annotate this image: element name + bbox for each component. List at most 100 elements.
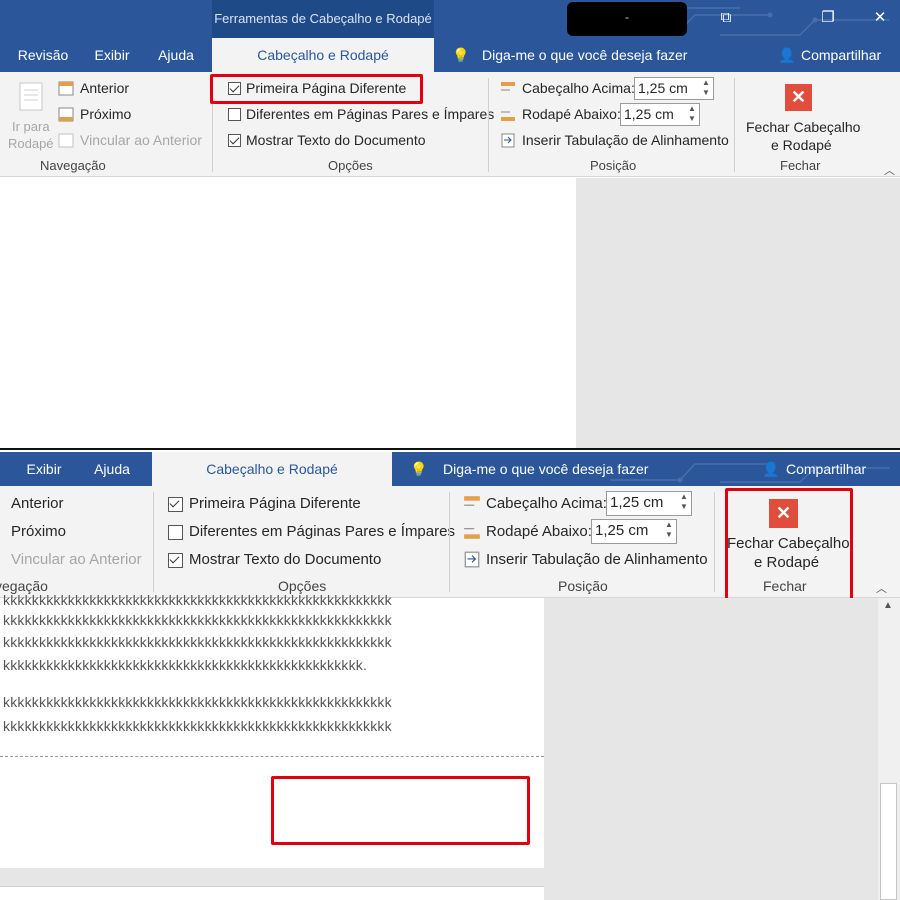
restore-icon[interactable]: ❐	[818, 8, 838, 28]
odd-even-checkbox[interactable]	[228, 108, 241, 121]
lightbulb-icon: 💡	[410, 461, 428, 477]
highlight-close-button	[725, 488, 853, 604]
footer-bottom-spinner[interactable]: 1,25 cm ▲ ▼	[591, 519, 677, 544]
group-label-position: Posição	[590, 158, 637, 173]
collapse-ribbon-icon[interactable]: ︿	[876, 580, 887, 596]
collapse-ribbon-icon[interactable]: ︿	[884, 162, 895, 178]
tab-bar: Exibir Ajuda Cabeçalho e Rodapé 💡 Diga-m…	[0, 452, 900, 486]
previous-button[interactable]: Anterior	[11, 495, 64, 512]
tab-bar: Revisão Exibir Ajuda Cabeçalho e Rodapé …	[0, 38, 900, 72]
header-top-icon	[464, 496, 480, 506]
header-top-value: 1,25 cm	[610, 494, 664, 511]
footer-area-highlight[interactable]	[271, 776, 530, 845]
footer-bottom-icon	[464, 528, 480, 539]
close-header-footer-icon[interactable]: ✕	[785, 84, 812, 111]
first-page-label: Primeira Página Diferente	[189, 495, 361, 512]
person-add-icon: 👤	[762, 461, 780, 477]
highlight-first-page	[210, 74, 423, 104]
next-button[interactable]: Próximo	[80, 106, 131, 122]
group-label-close: Fechar	[780, 158, 821, 173]
goto-footer-label: Rodapé	[8, 136, 54, 151]
insert-tab-icon	[501, 133, 515, 148]
footer-bottom-label: Rodapé Abaixo:	[486, 523, 592, 540]
header-top-spinner[interactable]: 1,25 cm ▲ ▼	[634, 77, 714, 100]
tab-exibir[interactable]: Exibir	[82, 38, 142, 72]
insert-tab-button[interactable]: Inserir Tabulação de Alinhamento	[486, 551, 708, 568]
close-header-footer-label: e Rodapé	[771, 137, 832, 153]
next-page-edge	[0, 886, 544, 900]
tab-revisao[interactable]: Revisão	[8, 38, 78, 72]
tell-me-search[interactable]: Diga-me o que você deseja fazer	[443, 452, 648, 486]
close-header-footer-button[interactable]: Fechar Cabeçalho	[746, 119, 860, 135]
goto-footer-icon	[19, 82, 43, 111]
show-text-label: Mostrar Texto do Documento	[246, 132, 426, 148]
close-window-icon[interactable]: ✕	[870, 8, 890, 28]
document-text-line: kkkkkkkkkkkkkkkkkkkkkkkkkkkkkkkkkkkkkkkk…	[3, 612, 392, 628]
tab-ajuda[interactable]: Ajuda	[146, 38, 206, 72]
share-button[interactable]: Compartilhar	[786, 452, 866, 486]
scrollbar-thumb[interactable]	[880, 783, 897, 900]
previous-icon	[58, 81, 74, 96]
tab-cabecalho-rodape[interactable]: Cabeçalho e Rodapé	[212, 38, 434, 72]
account-name[interactable]: -	[567, 2, 687, 36]
insert-tab-button[interactable]: Inserir Tabulação de Alinhamento	[522, 132, 729, 148]
vertical-scrollbar[interactable]: ▲	[878, 598, 900, 900]
context-tab-title: Ferramentas de Cabeçalho e Rodapé	[212, 0, 434, 40]
goto-footer-button[interactable]: Ir para	[12, 119, 50, 134]
spinner-arrows-icon[interactable]: ▲ ▼	[699, 78, 713, 99]
header-top-spinner[interactable]: 1,25 cm ▲ ▼	[606, 491, 692, 516]
scroll-up-icon[interactable]: ▲	[883, 600, 893, 611]
footer-boundary-line	[0, 756, 544, 757]
show-text-checkbox[interactable]	[168, 553, 183, 568]
group-separator	[153, 492, 154, 592]
footer-bottom-icon	[501, 111, 515, 121]
lightbulb-icon: 💡	[452, 47, 470, 63]
header-top-icon	[501, 82, 515, 91]
ribbon-display-icon[interactable]: ⧉	[716, 8, 736, 28]
bottom-screenshot: Exibir Ajuda Cabeçalho e Rodapé 💡 Diga-m…	[0, 450, 900, 900]
share-button[interactable]: Compartilhar	[801, 38, 881, 72]
document-text-line: kkkkkkkkkkkkkkkkkkkkkkkkkkkkkkkkkkkkkkkk…	[3, 592, 392, 608]
document-text-line: kkkkkkkkkkkkkkkkkkkkkkkkkkkkkkkkkkkkkkkk…	[3, 657, 368, 673]
tell-me-search[interactable]: Diga-me o que você deseja fazer	[482, 38, 687, 72]
document-background	[576, 178, 900, 448]
next-button[interactable]: Próximo	[11, 523, 66, 540]
document-text-line: kkkkkkkkkkkkkkkkkkkkkkkkkkkkkkkkkkkkkkkk…	[3, 694, 392, 710]
person-add-icon: 👤	[778, 47, 796, 63]
show-text-label: Mostrar Texto do Documento	[189, 551, 382, 568]
document-text-line: kkkkkkkkkkkkkkkkkkkkkkkkkkkkkkkkkkkkkkkk…	[3, 634, 392, 650]
footer-bottom-spinner[interactable]: 1,25 cm ▲ ▼	[620, 103, 700, 126]
spinner-arrows-icon[interactable]: ▲ ▼	[677, 492, 691, 513]
odd-even-label: Diferentes em Páginas Pares e Ímpares	[246, 106, 495, 122]
spinner-arrows-icon[interactable]: ▲ ▼	[662, 520, 676, 541]
next-icon	[58, 107, 74, 122]
odd-even-label: Diferentes em Páginas Pares e Ímpares	[189, 523, 455, 540]
link-previous-button[interactable]: Vincular ao Anterior	[80, 132, 202, 148]
document-page[interactable]: kkkkkkkkkkkkkkkkkkkkkkkkkkkkkkkkkkkkkkkk…	[0, 592, 544, 868]
document-text-line: kkkkkkkkkkkkkkkkkkkkkkkkkkkkkkkkkkkkkkkk…	[3, 718, 392, 734]
group-separator	[734, 78, 735, 172]
spinner-arrows-icon[interactable]: ▲ ▼	[685, 104, 699, 125]
ribbon: Anterior Próximo Vincular ao Anterior ve…	[0, 486, 900, 604]
previous-button[interactable]: Anterior	[80, 80, 129, 96]
ribbon: Ir para Rodapé Anterior Próximo Vincular…	[0, 72, 900, 177]
header-top-label: Cabeçalho Acima:	[522, 80, 635, 96]
first-page-checkbox[interactable]	[168, 497, 183, 512]
document-page[interactable]	[0, 178, 576, 448]
group-label-navigation: Navegação	[40, 158, 106, 173]
group-label-position: Posição	[558, 578, 608, 594]
group-separator	[449, 492, 450, 592]
insert-tab-icon	[464, 551, 480, 568]
link-previous-icon	[58, 133, 74, 148]
top-screenshot: Ferramentas de Cabeçalho e Rodapé - ⧉ ❐ …	[0, 0, 900, 450]
header-top-value: 1,25 cm	[638, 80, 688, 96]
group-label-options: Opções	[328, 158, 373, 173]
tab-cabecalho-rodape[interactable]: Cabeçalho e Rodapé	[152, 452, 392, 486]
group-separator	[714, 492, 715, 592]
odd-even-checkbox[interactable]	[168, 525, 183, 540]
tab-ajuda[interactable]: Ajuda	[82, 452, 142, 486]
title-bar: Ferramentas de Cabeçalho e Rodapé - ⧉ ❐ …	[0, 0, 900, 40]
show-text-checkbox[interactable]	[228, 134, 241, 147]
tab-exibir[interactable]: Exibir	[14, 452, 74, 486]
link-previous-button[interactable]: Vincular ao Anterior	[11, 551, 142, 568]
